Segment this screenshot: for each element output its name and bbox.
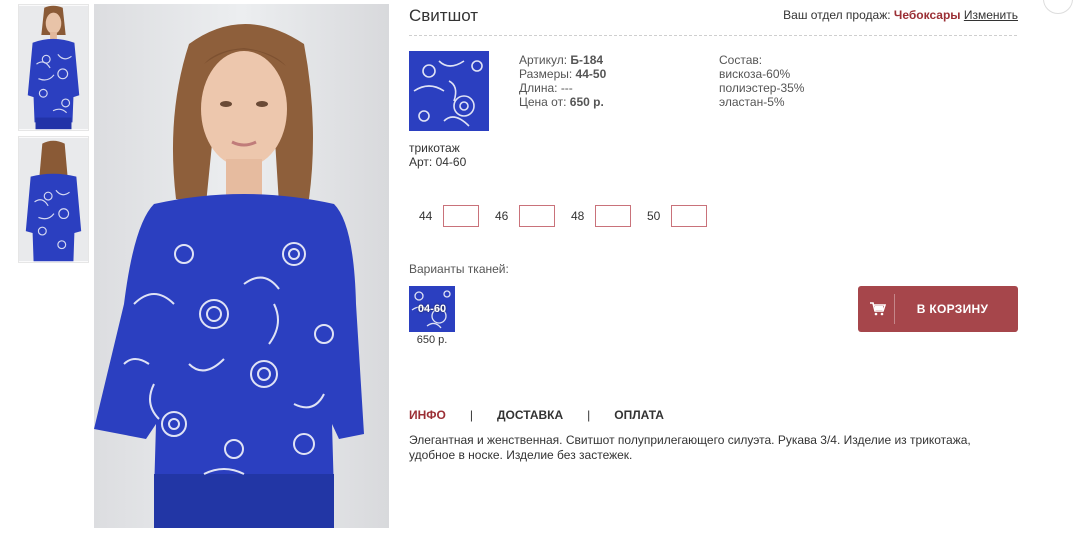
close-button[interactable] [1043, 0, 1073, 14]
thumbnail-back-image [19, 137, 88, 262]
spec-article: Артикул: Б-184 [519, 53, 606, 67]
product-title: Свитшот [409, 6, 479, 25]
tab-separator: | [469, 408, 473, 422]
size-quantity-input-48[interactable] [595, 205, 631, 227]
size-quantity-input-50[interactable] [671, 205, 707, 227]
tab-delivery[interactable]: ДОСТАВКА [497, 408, 563, 422]
main-product-image [94, 4, 389, 528]
fabric-swatch-image [409, 51, 489, 131]
product-description: Элегантная и женственная. Свитшот полупр… [409, 433, 971, 462]
thumbnail-list [18, 4, 89, 268]
main-product-photo[interactable] [94, 4, 389, 528]
product-specs: Артикул: Б-184 Размеры: 44-50 Длина: ---… [519, 53, 606, 109]
header-divider [409, 35, 1017, 36]
fabric-variant-price: 650 р. [416, 334, 448, 346]
spec-article-value: Б-184 [570, 53, 604, 67]
sales-dept-city: Чебоксары [893, 8, 961, 22]
spec-price-value: 650 р. [569, 95, 604, 109]
spec-price-label: Цена от: [519, 95, 567, 109]
composition-item: вискоза-60% [719, 67, 791, 81]
spec-length: Длина: --- [519, 81, 606, 95]
tab-info[interactable]: ИНФО [409, 408, 446, 422]
cart-icon [862, 286, 894, 332]
spec-price: Цена от: 650 р. [519, 95, 606, 109]
size-group-46: 46 [495, 205, 555, 227]
thumbnail-front[interactable] [18, 4, 89, 131]
fabric-type: трикотаж [409, 141, 460, 155]
size-group-50: 50 [647, 205, 707, 227]
add-to-cart-button[interactable]: В КОРЗИНУ [858, 286, 1018, 332]
fabric-swatch [409, 51, 489, 131]
size-label: 50 [647, 209, 661, 223]
product-composition: Состав: вискоза-60% полиэстер-35% эласта… [719, 53, 804, 109]
size-group-44: 44 [419, 205, 479, 227]
change-city-link[interactable]: Изменить [964, 8, 1018, 22]
spec-length-value: --- [560, 81, 573, 95]
spec-sizes-value: 44-50 [575, 67, 607, 81]
spec-article-label: Артикул: [519, 53, 568, 67]
composition-item: полиэстер-35% [719, 81, 805, 95]
fabric-variant-swatch[interactable]: 04-60 [409, 286, 455, 332]
size-quantity-row: 44 46 48 50 [419, 205, 723, 227]
size-group-48: 48 [571, 205, 631, 227]
fabric-variants-label: Варианты тканей: [409, 262, 509, 276]
sales-dept-label: Ваш отдел продаж: [783, 8, 891, 22]
size-quantity-input-44[interactable] [443, 205, 479, 227]
fabric-variant-code: 04-60 [417, 303, 447, 315]
thumbnail-back[interactable] [18, 136, 89, 263]
thumbnail-front-image [19, 5, 88, 130]
fabric-variant[interactable]: 04-60 650 р. [409, 286, 455, 346]
size-label: 48 [571, 209, 585, 223]
size-quantity-input-46[interactable] [519, 205, 555, 227]
composition-label: Состав: [719, 53, 763, 67]
spec-length-label: Длина: [519, 81, 558, 95]
spec-sizes: Размеры: 44-50 [519, 67, 606, 81]
fabric-article: Арт: 04-60 [409, 155, 467, 169]
sales-department: Ваш отдел продаж: Чебоксары Изменить [783, 8, 1018, 22]
tab-separator: | [587, 408, 591, 422]
fabric-info: трикотаж Арт: 04-60 [409, 141, 466, 169]
info-tabs: ИНФО | ДОСТАВКА | ОПЛАТА [409, 408, 664, 422]
add-to-cart-label: В КОРЗИНУ [916, 302, 989, 316]
spec-sizes-label: Размеры: [519, 67, 573, 81]
size-label: 46 [495, 209, 509, 223]
composition-item: эластан-5% [719, 95, 785, 109]
tab-payment[interactable]: ОПЛАТА [614, 408, 664, 422]
size-label: 44 [419, 209, 433, 223]
